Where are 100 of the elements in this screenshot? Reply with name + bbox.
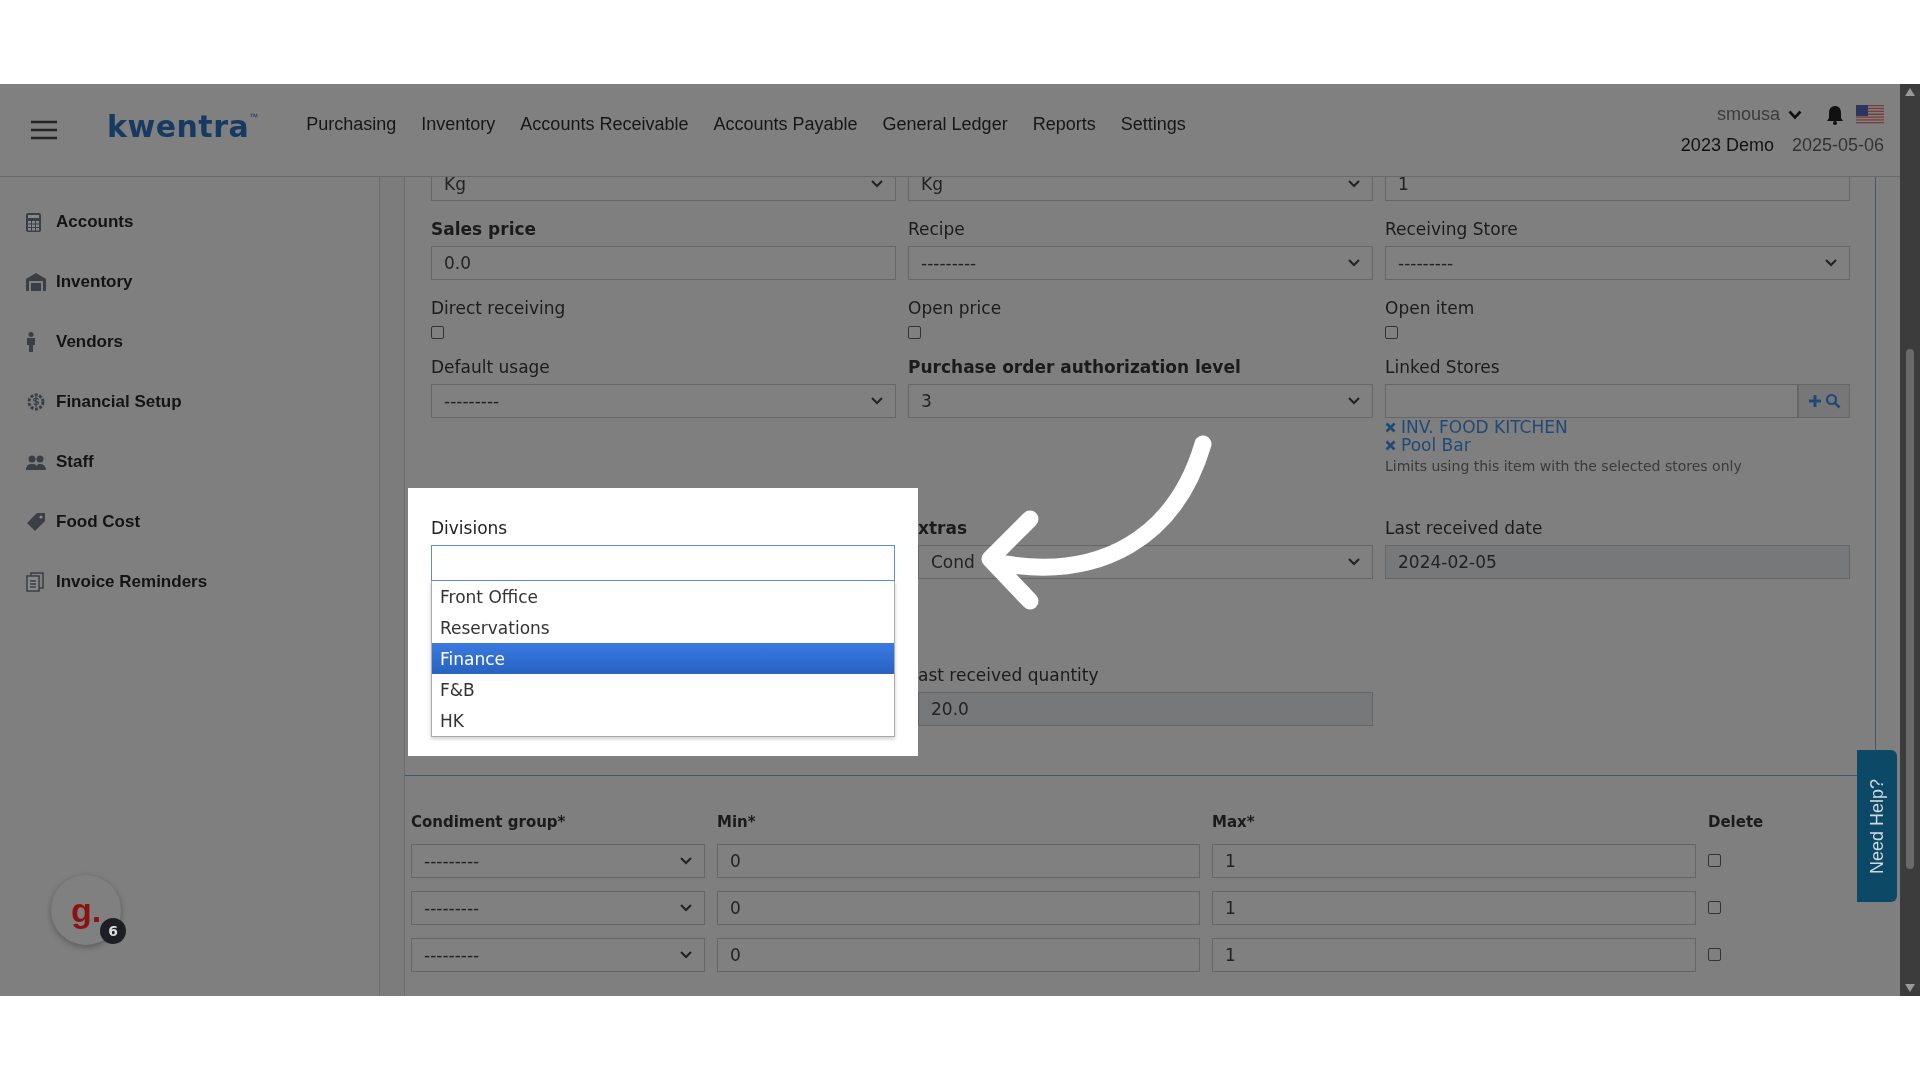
column-header: Condiment group* — [411, 813, 566, 831]
checkbox[interactable] — [908, 326, 921, 339]
scrollbar-thumb[interactable] — [1906, 349, 1914, 869]
trademark-mark: ™ — [249, 112, 259, 122]
nav-link[interactable]: Accounts Payable — [713, 113, 858, 135]
nav-link[interactable]: General Ledger — [882, 113, 1008, 135]
select-field[interactable]: --------- — [411, 844, 705, 878]
field-label: Recipe — [908, 218, 966, 241]
field-label: Divisions — [431, 517, 509, 540]
sidebar-item[interactable]: Accounts — [0, 192, 379, 252]
help-tab[interactable]: Need Help? — [1857, 750, 1897, 902]
plus-icon — [1807, 394, 1822, 408]
field-label: ast received quantity — [918, 664, 1100, 687]
input-field[interactable]: 1 — [1212, 891, 1696, 925]
caret-icon — [1825, 259, 1837, 267]
company-name: 2023 Demo — [1680, 135, 1774, 156]
caret-icon — [1348, 259, 1360, 267]
input-field[interactable]: 0 — [717, 844, 1200, 878]
nav-link[interactable]: Accounts Receivable — [520, 113, 689, 135]
dropdown-option[interactable]: HK — [432, 705, 894, 736]
field-label: Purchase order authorization level — [908, 356, 1242, 379]
person-icon — [26, 332, 36, 352]
caret-icon — [1348, 558, 1360, 566]
field-label: Sales price — [431, 218, 538, 241]
checkbox[interactable] — [1708, 901, 1721, 914]
select-field[interactable]: --------- — [431, 384, 896, 418]
warehouse-icon — [26, 273, 46, 291]
caret-icon — [680, 904, 692, 912]
column-header: Max* — [1212, 813, 1255, 831]
select-field[interactable]: 3 — [908, 384, 1373, 418]
input-field[interactable]: 1 — [1212, 938, 1696, 972]
field-label: xtras — [918, 517, 969, 540]
sidebar-item[interactable]: Financial Setup — [0, 372, 379, 432]
sidebar-item[interactable]: Food Cost — [0, 492, 379, 552]
add-search-button[interactable] — [1798, 384, 1850, 418]
tag-icon — [26, 512, 46, 532]
input-field[interactable]: 1 — [1212, 844, 1696, 878]
field-label: Receiving Store — [1385, 218, 1519, 241]
logo[interactable]: kwentra — [107, 108, 250, 144]
dropdown-option[interactable]: Finance — [432, 643, 894, 674]
checkbox[interactable] — [1708, 948, 1721, 961]
dropdown-option[interactable]: Reservations — [432, 612, 894, 643]
remove-icon[interactable] — [1385, 421, 1396, 433]
store-tag: Pool Bar — [1401, 436, 1471, 454]
checkbox[interactable] — [1385, 326, 1398, 339]
caret-icon — [1348, 397, 1360, 405]
column-header: Delete — [1708, 813, 1764, 831]
field-label: Open item — [1385, 297, 1476, 320]
dropdown-option[interactable]: Front Office — [432, 581, 894, 612]
input-field[interactable]: 0 — [717, 891, 1200, 925]
user-menu[interactable]: smousa — [1716, 104, 1802, 125]
bell-icon[interactable] — [1826, 104, 1844, 125]
select-field[interactable]: --------- — [411, 891, 705, 925]
field-label: Linked Stores — [1385, 356, 1501, 379]
hint-text: Limits using this item with the selected stores only — [1385, 458, 1743, 474]
input-field: 2024-02-05 — [1385, 545, 1850, 579]
input-field[interactable]: 1 — [1385, 177, 1850, 201]
nav-link[interactable]: Reports — [1032, 113, 1096, 135]
store-tag: INV. FOOD KITCHEN — [1401, 418, 1568, 436]
remove-icon[interactable] — [1385, 439, 1396, 451]
scroll-down-icon[interactable] — [1905, 984, 1915, 992]
caret-icon — [871, 397, 883, 405]
nav-link[interactable]: Settings — [1120, 113, 1186, 135]
input-field: 20.0 — [918, 692, 1373, 726]
sidebar-item[interactable]: Vendors — [0, 312, 379, 372]
scroll-up-icon[interactable] — [1905, 88, 1915, 96]
field-label: Last received date — [1385, 517, 1544, 540]
column-header: Min* — [717, 813, 756, 831]
date-text: 2025-05-06 — [1791, 135, 1884, 156]
nav-link[interactable]: Purchasing — [306, 113, 397, 135]
select-field[interactable]: --------- — [1385, 246, 1850, 280]
input-field[interactable]: 0.0 — [431, 246, 896, 280]
checkbox[interactable] — [1708, 854, 1721, 867]
search-field[interactable] — [431, 545, 895, 581]
caret-icon — [680, 857, 692, 865]
gear-dollar-icon — [26, 392, 46, 412]
search-icon — [1824, 393, 1841, 409]
sidebar-item[interactable]: Staff — [0, 432, 379, 492]
dropdown-option[interactable]: F&B — [432, 674, 894, 705]
caret-icon — [1348, 180, 1360, 188]
checkbox[interactable] — [431, 326, 444, 339]
documents-icon — [26, 572, 44, 592]
menu-icon[interactable] — [31, 120, 57, 140]
sidebar-item[interactable]: Invoice Reminders — [0, 552, 379, 612]
sidebar-item[interactable]: Inventory — [0, 252, 379, 312]
caret-icon — [1788, 109, 1802, 120]
select-field[interactable]: Kg — [908, 177, 1373, 201]
flag-icon[interactable] — [1856, 104, 1884, 125]
field-label: Open price — [908, 297, 1003, 320]
input-field[interactable]: 0 — [717, 938, 1200, 972]
count-badge: 6 — [100, 918, 126, 944]
select-field[interactable]: Kg — [431, 177, 896, 201]
caret-icon — [680, 951, 692, 959]
select-field[interactable]: --------- — [908, 246, 1373, 280]
nav-link[interactable]: Inventory — [421, 113, 496, 135]
users-icon — [26, 454, 46, 470]
caret-icon — [871, 180, 883, 188]
input-field[interactable] — [1385, 384, 1798, 418]
select-field[interactable]: --------- — [411, 938, 705, 972]
calculator-icon — [26, 212, 41, 232]
